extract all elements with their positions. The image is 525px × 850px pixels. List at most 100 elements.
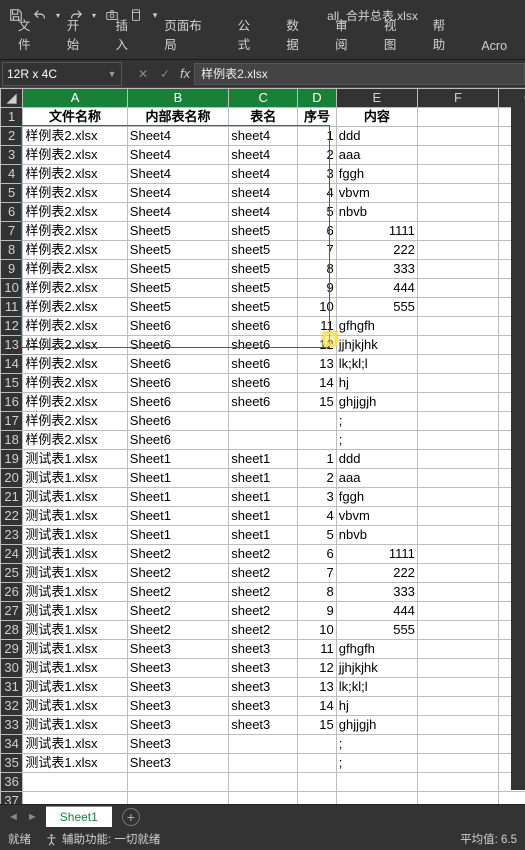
row-header[interactable]: 35 xyxy=(1,754,23,773)
cell[interactable]: sheet3 xyxy=(229,640,298,659)
cell[interactable]: sheet5 xyxy=(229,241,298,260)
cell[interactable]: 222 xyxy=(336,241,417,260)
cell[interactable]: sheet2 xyxy=(229,602,298,621)
cell[interactable] xyxy=(417,203,498,222)
cell[interactable] xyxy=(298,754,337,773)
cell[interactable] xyxy=(417,754,498,773)
cell[interactable]: Sheet1 xyxy=(127,450,228,469)
cell[interactable]: 15 xyxy=(298,393,337,412)
cell[interactable]: sheet4 xyxy=(229,184,298,203)
cell[interactable]: Sheet2 xyxy=(127,583,228,602)
cell[interactable]: Sheet3 xyxy=(127,640,228,659)
cell[interactable]: 样例表2.xlsx xyxy=(23,184,127,203)
cell[interactable]: 样例表2.xlsx xyxy=(23,279,127,298)
cell[interactable]: 13 xyxy=(298,678,337,697)
formula-input[interactable] xyxy=(194,63,525,85)
cell[interactable] xyxy=(417,773,498,792)
cell[interactable]: 样例表2.xlsx xyxy=(23,127,127,146)
cell[interactable]: ghjjgjh xyxy=(336,393,417,412)
cell[interactable]: 测试表1.xlsx xyxy=(23,526,127,545)
cell[interactable]: ; xyxy=(336,735,417,754)
accessibility-status[interactable]: 辅助功能: 一切就绪 xyxy=(45,831,160,847)
row-header[interactable]: 23 xyxy=(1,526,23,545)
cell[interactable]: sheet1 xyxy=(229,507,298,526)
sheet-tab-active[interactable]: Sheet1 xyxy=(46,806,112,827)
cell[interactable]: 11 xyxy=(298,640,337,659)
cell[interactable]: 表名 xyxy=(229,108,298,127)
cell[interactable] xyxy=(23,773,127,792)
row-header[interactable]: 7 xyxy=(1,222,23,241)
cell[interactable]: sheet3 xyxy=(229,659,298,678)
row-header[interactable]: 1 xyxy=(1,108,23,127)
cell[interactable]: Sheet5 xyxy=(127,279,228,298)
cell[interactable]: Sheet6 xyxy=(127,336,228,355)
cell[interactable]: Sheet4 xyxy=(127,127,228,146)
col-header-A[interactable]: A xyxy=(23,89,127,108)
cell[interactable]: sheet1 xyxy=(229,469,298,488)
cell[interactable]: jjhjkjhk xyxy=(336,336,417,355)
cell[interactable]: sheet4 xyxy=(229,203,298,222)
spreadsheet-grid[interactable]: ◢ ABCDEFG 1文件名称内部表名称表名序号内容2样例表2.xlsxShee… xyxy=(0,88,525,804)
col-header-B[interactable]: B xyxy=(127,89,228,108)
cell[interactable] xyxy=(417,127,498,146)
cell[interactable]: 测试表1.xlsx xyxy=(23,545,127,564)
ribbon-tab-Acro[interactable]: Acro xyxy=(469,33,519,59)
cell[interactable]: 333 xyxy=(336,260,417,279)
cell[interactable] xyxy=(417,735,498,754)
cell[interactable]: Sheet4 xyxy=(127,146,228,165)
cell[interactable] xyxy=(417,678,498,697)
cell[interactable]: Sheet6 xyxy=(127,431,228,450)
cell[interactable]: 15 xyxy=(298,716,337,735)
row-header[interactable]: 19 xyxy=(1,450,23,469)
cell[interactable] xyxy=(229,735,298,754)
row-header[interactable]: 6 xyxy=(1,203,23,222)
cell[interactable]: 12 xyxy=(298,659,337,678)
col-header-E[interactable]: E xyxy=(336,89,417,108)
add-sheet-icon[interactable]: + xyxy=(122,808,140,826)
cell[interactable]: hj xyxy=(336,374,417,393)
cell[interactable]: sheet6 xyxy=(229,374,298,393)
cell[interactable]: sheet2 xyxy=(229,621,298,640)
cell[interactable]: Sheet3 xyxy=(127,735,228,754)
cell[interactable] xyxy=(417,564,498,583)
cell[interactable]: 555 xyxy=(336,298,417,317)
cell[interactable] xyxy=(417,108,498,127)
cell[interactable]: sheet3 xyxy=(229,678,298,697)
cell[interactable] xyxy=(417,792,498,805)
cell[interactable]: 样例表2.xlsx xyxy=(23,203,127,222)
cell[interactable]: fggh xyxy=(336,165,417,184)
row-header[interactable]: 17 xyxy=(1,412,23,431)
name-box-dropdown-icon[interactable]: ▼ xyxy=(103,69,121,79)
cell[interactable] xyxy=(298,792,337,805)
cell[interactable]: vbvm xyxy=(336,184,417,203)
cell[interactable]: Sheet2 xyxy=(127,564,228,583)
cell[interactable]: ; xyxy=(336,412,417,431)
cell[interactable]: sheet1 xyxy=(229,526,298,545)
row-header[interactable]: 2 xyxy=(1,127,23,146)
cell[interactable]: 444 xyxy=(336,279,417,298)
cell[interactable] xyxy=(298,735,337,754)
cell[interactable] xyxy=(417,336,498,355)
cell[interactable]: Sheet2 xyxy=(127,621,228,640)
cell[interactable]: ddd xyxy=(336,450,417,469)
cell[interactable]: 样例表2.xlsx xyxy=(23,146,127,165)
cell[interactable]: 测试表1.xlsx xyxy=(23,507,127,526)
row-header[interactable]: 15 xyxy=(1,374,23,393)
cell[interactable]: 测试表1.xlsx xyxy=(23,678,127,697)
cell[interactable] xyxy=(417,659,498,678)
cell[interactable]: 5 xyxy=(298,526,337,545)
cell[interactable]: sheet1 xyxy=(229,450,298,469)
cell[interactable] xyxy=(417,279,498,298)
cell[interactable]: Sheet1 xyxy=(127,526,228,545)
row-header[interactable]: 4 xyxy=(1,165,23,184)
cell[interactable] xyxy=(417,602,498,621)
cell[interactable] xyxy=(229,412,298,431)
cell[interactable] xyxy=(417,241,498,260)
cell[interactable]: 2 xyxy=(298,469,337,488)
cell[interactable]: sheet5 xyxy=(229,260,298,279)
cell[interactable] xyxy=(23,792,127,805)
cell[interactable] xyxy=(417,545,498,564)
cell[interactable]: 测试表1.xlsx xyxy=(23,754,127,773)
cell[interactable]: 10 xyxy=(298,298,337,317)
cell[interactable]: Sheet5 xyxy=(127,241,228,260)
